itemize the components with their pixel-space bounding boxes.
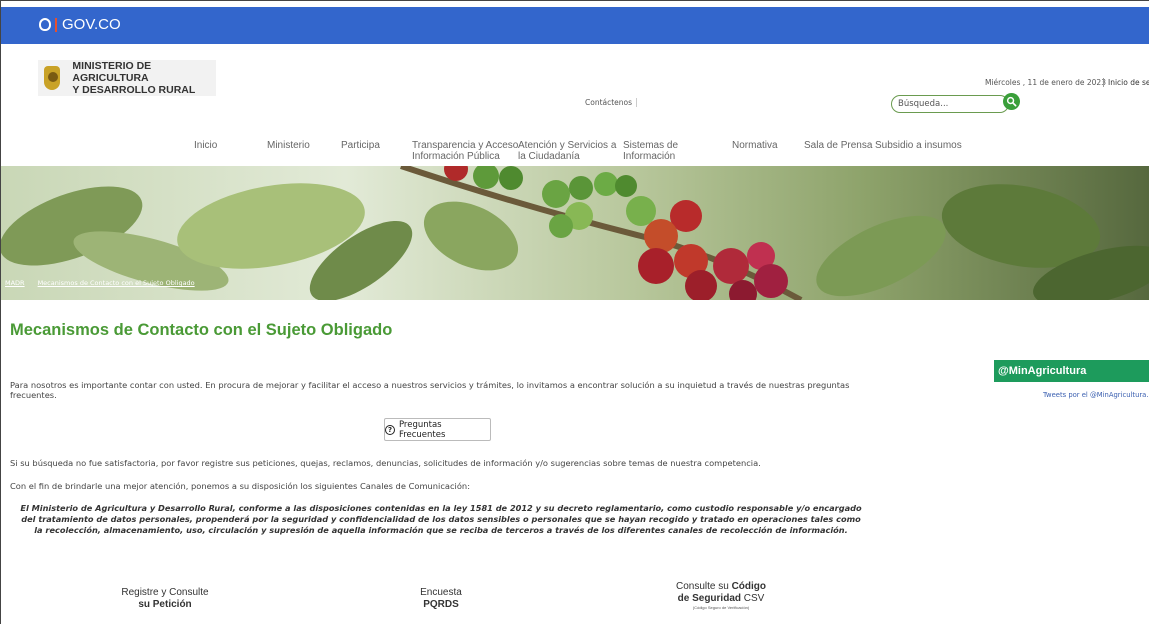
nav-item-inicio[interactable]: Inicio — [194, 140, 217, 151]
csv-tile-line1: Consulte su Código — [675, 581, 767, 592]
nav-item-ministerio[interactable]: Ministerio — [267, 140, 310, 151]
nav-item-normativa[interactable]: Normativa — [732, 140, 778, 151]
current-date: Miércoles , 11 de enero de 2023 — [985, 78, 1106, 87]
csv-tile[interactable]: Consulte su Código de Seguridad CSV (Cód… — [656, 581, 786, 610]
login-link[interactable]: Inicio de sesi — [1103, 78, 1149, 87]
coat-of-arms-icon — [44, 66, 61, 90]
gov-shield-icon — [39, 18, 51, 31]
nav-item-subsidio[interactable]: Subsidio a insumos — [875, 140, 962, 151]
petition-tile-line1: Registre y Consulte — [121, 587, 209, 598]
ministry-logo[interactable]: MINISTERIO DE AGRICULTURA Y DESARROLLO R… — [38, 60, 216, 96]
gov-logo[interactable]: GOV.CO — [39, 16, 121, 33]
gov-bar: GOV.CO — [1, 7, 1149, 44]
petition-tile[interactable]: Registre y Consulte su Petición — [113, 587, 217, 611]
breadcrumb: MADR Mecanismos de Contacto con el Sujet… — [5, 279, 195, 287]
question-icon: ? — [385, 424, 395, 435]
faq-button[interactable]: ? Preguntas Frecuentes — [384, 418, 491, 441]
ministry-name-line2: Y DESARROLLO RURAL — [72, 84, 196, 96]
data-policy-text: El Ministerio de Agricultura y Desarroll… — [20, 503, 862, 535]
survey-tile-line2: PQRDS — [423, 599, 459, 610]
page-title: Mecanismos de Contacto con el Sujeto Obl… — [10, 321, 393, 339]
search-box — [891, 93, 1020, 113]
gov-separator — [55, 17, 57, 32]
gov-label: GOV.CO — [62, 16, 121, 33]
twitter-timeline-link[interactable]: Tweets por el @MinAgricultura. — [1043, 391, 1149, 399]
csv-tile-line2: de Seguridad CSV — [677, 593, 765, 604]
nav-item-transparencia[interactable]: Transparencia y Acceso Información Públic… — [412, 140, 518, 162]
nav-item-participa[interactable]: Participa — [341, 140, 380, 151]
survey-tile-line1: Encuesta — [420, 587, 462, 598]
ministry-name: MINISTERIO DE AGRICULTURA Y DESARROLLO R… — [72, 60, 216, 96]
csv-tile-caption: (Código Seguro de Verificación) — [692, 605, 750, 610]
breadcrumb-current[interactable]: Mecanismos de Contacto con el Sujeto Obl… — [38, 279, 195, 287]
nav-item-sistemas[interactable]: Sistemas de Información — [623, 140, 678, 162]
ministry-name-line1: MINISTERIO DE AGRICULTURA — [72, 60, 152, 84]
search-button[interactable] — [1003, 93, 1020, 110]
search-icon — [1006, 96, 1017, 107]
search-input[interactable] — [898, 98, 978, 110]
page: GOV.CO MINISTERIO DE AGRICULTURA Y DESAR… — [0, 0, 1149, 624]
intro-text: Para nosotros es importante contar con u… — [10, 380, 850, 400]
faq-button-label: Preguntas Frecuentes — [398, 419, 446, 440]
nav-item-sala-de-prensa[interactable]: Sala de Prensa — [804, 140, 872, 151]
nav-item-atencion[interactable]: Atención y Servicios a la Ciudadanía — [518, 140, 616, 162]
twitter-widget-header[interactable]: @MinAgricultura — [994, 360, 1149, 382]
channels-text: Con el fin de brindarle una mejor atenci… — [10, 481, 470, 491]
request-text: Si su búsqueda no fue satisfactoria, por… — [10, 458, 761, 468]
contact-link[interactable]: Contáctenos — [585, 98, 638, 107]
survey-tile[interactable]: Encuesta PQRDS — [406, 587, 476, 611]
petition-tile-line2: su Petición — [138, 599, 192, 610]
breadcrumb-home[interactable]: MADR — [5, 279, 25, 287]
